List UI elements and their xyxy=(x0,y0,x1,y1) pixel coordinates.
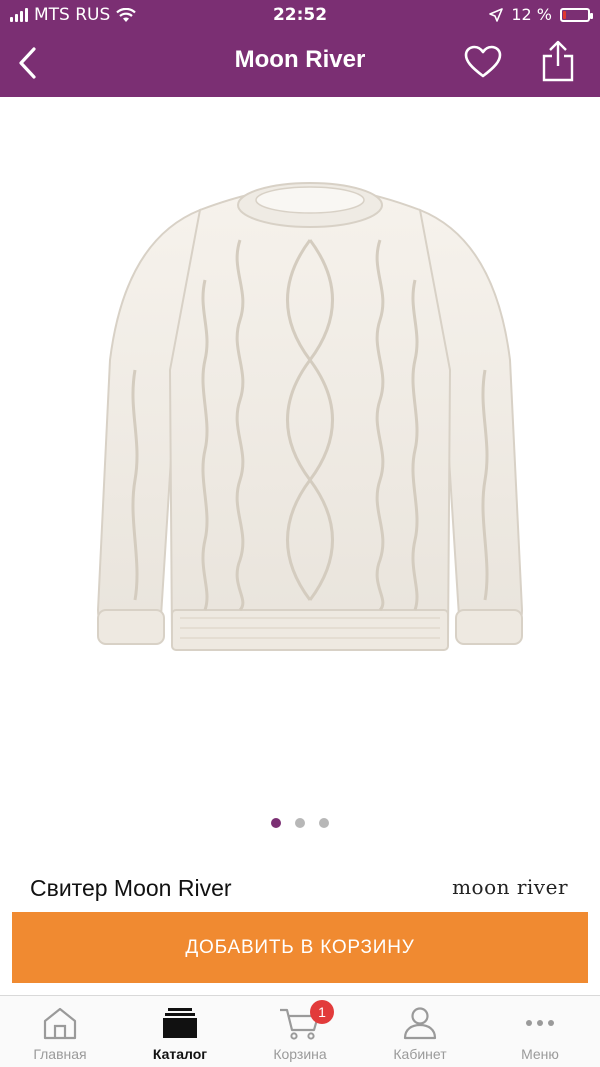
user-icon xyxy=(403,1007,437,1040)
tab-home-label: Главная xyxy=(33,1046,87,1062)
tab-catalog-label: Каталог xyxy=(152,1046,208,1062)
tab-cabinet-label: Кабинет xyxy=(393,1046,447,1062)
tab-cart-label: Корзина xyxy=(273,1046,327,1062)
tab-bar: Главная Каталог 1 Корзина Кабинет Меню xyxy=(0,995,600,1067)
tab-menu-label: Меню xyxy=(521,1046,559,1062)
location-arrow-icon xyxy=(489,7,504,22)
tab-cabinet[interactable]: Кабинет xyxy=(360,996,480,1067)
home-icon xyxy=(43,1007,77,1040)
share-icon xyxy=(542,40,574,82)
tab-menu[interactable]: Меню xyxy=(480,996,600,1067)
favorite-button[interactable] xyxy=(463,44,503,80)
page-title: Moon River xyxy=(234,46,366,73)
sweater-illustration xyxy=(96,182,524,651)
tab-cart[interactable]: 1 Корзина xyxy=(240,996,360,1067)
nav-bar: Moon River xyxy=(0,30,600,97)
share-button[interactable] xyxy=(538,38,578,84)
battery-icon xyxy=(560,7,593,22)
battery-percent: 12 % xyxy=(511,5,552,24)
product-title: Свитер Moon River xyxy=(30,875,232,901)
status-bar: MTS RUS 22:52 12 % xyxy=(0,0,600,30)
cart-badge: 1 xyxy=(310,1000,334,1024)
tab-catalog[interactable]: Каталог xyxy=(120,996,240,1067)
pager-dot[interactable] xyxy=(295,818,305,828)
pager-dot[interactable] xyxy=(319,818,329,828)
catalog-icon xyxy=(163,1008,197,1038)
image-pager xyxy=(0,818,600,828)
brand-logo: moon river xyxy=(452,875,568,899)
heart-icon xyxy=(464,45,502,78)
more-icon xyxy=(526,1020,554,1026)
add-to-cart-button[interactable]: ДОБАВИТЬ В КОРЗИНУ xyxy=(12,912,588,983)
product-image[interactable] xyxy=(80,170,540,690)
status-right: 12 % xyxy=(489,5,593,24)
tab-home[interactable]: Главная xyxy=(0,996,120,1067)
pager-dot[interactable] xyxy=(271,818,281,828)
